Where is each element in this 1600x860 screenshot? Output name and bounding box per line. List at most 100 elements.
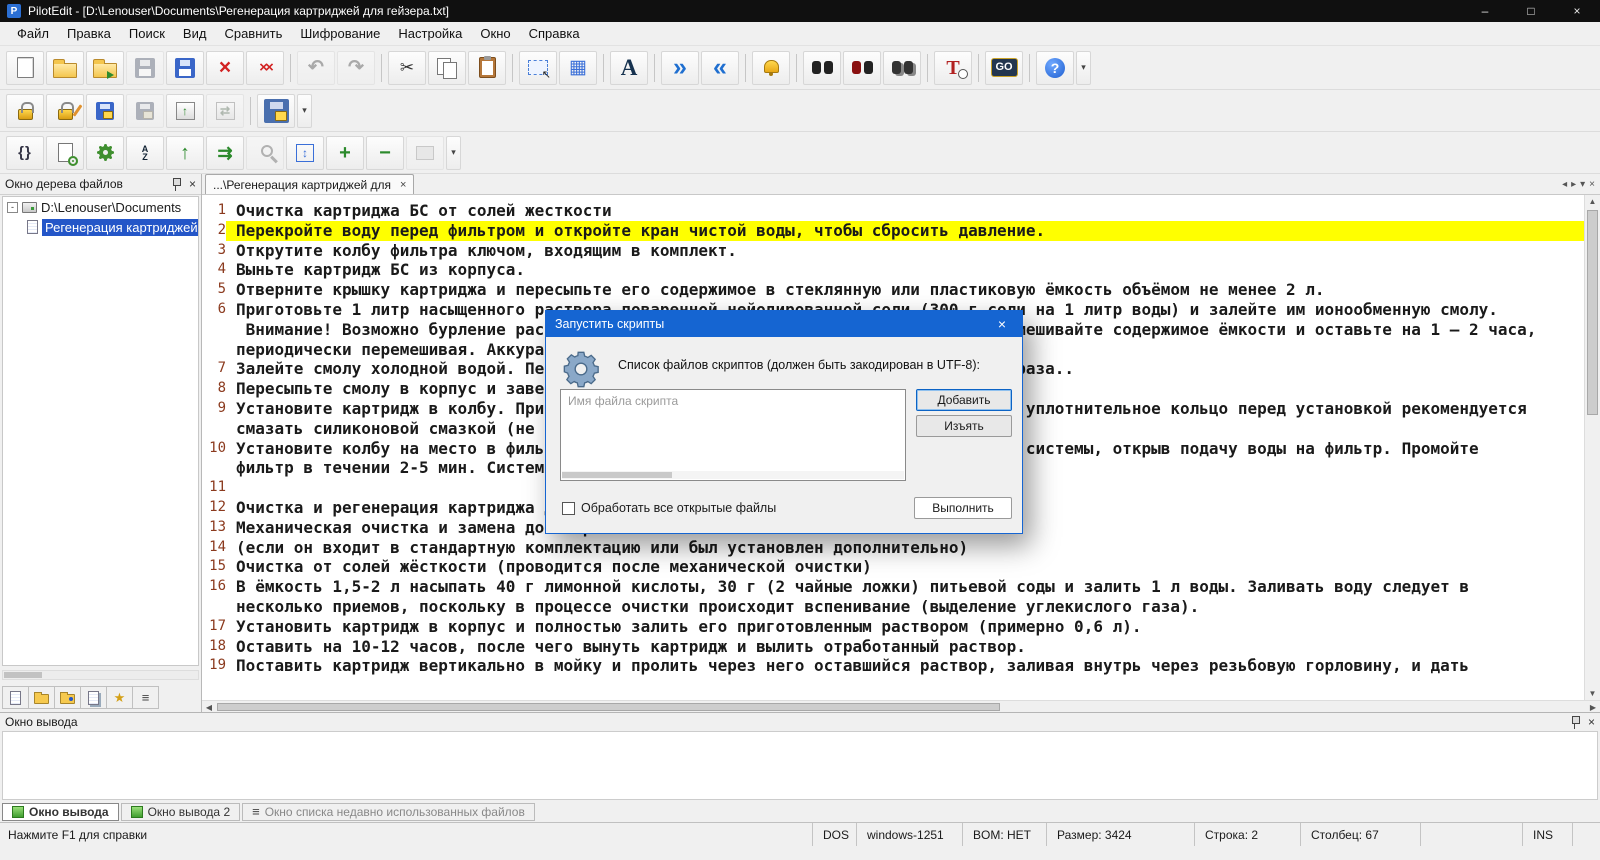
close-button[interactable]: ×	[1554, 0, 1600, 22]
scrollbar-thumb[interactable]	[4, 672, 42, 678]
find-in-files-button[interactable]	[883, 50, 921, 85]
editor-line[interactable]: 18 Оставить на 10-12 часов, после чего вы…	[202, 637, 1584, 657]
titlebar[interactable]: P PilotEdit - [D:\Lenouser\Documents\Рег…	[0, 0, 1600, 22]
editor-line[interactable]: 1 Очистка картриджа БС от солей жесткости	[202, 201, 1584, 221]
menu-item-1[interactable]: Правка	[58, 23, 120, 44]
remove-button[interactable]: Изъять	[916, 415, 1012, 437]
font-button[interactable]: A	[610, 50, 648, 85]
tab-close-icon[interactable]: ×	[400, 179, 406, 191]
output-tab-2[interactable]: ≡ Окно списка недавно использованных файл…	[242, 802, 535, 821]
status-format[interactable]: DOS	[812, 823, 856, 846]
tab-close-all-icon[interactable]: ×	[1589, 179, 1595, 190]
pin-icon[interactable]	[171, 177, 181, 191]
redo-button[interactable]: ↷	[337, 50, 375, 85]
editor-line[interactable]: 16 В ёмкость 1,5-2 л насыпать 40 г лимонн…	[202, 577, 1584, 597]
script-files-list[interactable]: Имя файла скрипта	[560, 389, 906, 481]
panel-close-icon[interactable]: ×	[189, 177, 196, 191]
find-replace-button[interactable]	[843, 50, 881, 85]
status-bom[interactable]: BOM: НЕТ	[962, 823, 1046, 846]
close-all-files-button[interactable]: ××	[246, 50, 284, 85]
save-encrypted-button[interactable]	[86, 93, 124, 128]
fit-window-button[interactable]: ↕	[286, 135, 324, 170]
editor-line[interactable]: 17 Установить картридж в корпус и полност…	[202, 617, 1584, 637]
tree-tab-project[interactable]	[80, 686, 107, 709]
encryption-menu-button[interactable]: ▾	[297, 93, 312, 128]
editor-line[interactable]: 4 Выньте картридж БС из корпуса.	[202, 260, 1584, 280]
output-tab-0[interactable]: Окно вывода	[2, 802, 119, 821]
editor-line[interactable]: 19 Поставить картридж вертикально в мойку…	[202, 656, 1584, 676]
menu-item-6[interactable]: Настройка	[389, 23, 471, 44]
tree-hscrollbar[interactable]	[2, 670, 199, 680]
status-insert-mode[interactable]: INS	[1522, 823, 1572, 846]
document-tab[interactable]: ...\Регенерация картриджей для ×	[205, 174, 415, 194]
tree-tab-favorites[interactable]: ★	[106, 686, 133, 709]
scroll-down-icon[interactable]: ▼	[1585, 687, 1600, 700]
decrypt-file-button[interactable]	[46, 93, 84, 128]
replace-in-files-button[interactable]: T	[934, 50, 972, 85]
scripts-menu-button[interactable]: ▾	[446, 135, 461, 170]
save-encrypted-as-button[interactable]	[126, 93, 164, 128]
list-hscrollbar[interactable]	[562, 471, 904, 479]
copy-button[interactable]	[428, 50, 466, 85]
sort-lines-button[interactable]: A Z	[126, 135, 164, 170]
add-button[interactable]: Добавить	[916, 389, 1012, 411]
open-file-button[interactable]	[46, 50, 84, 85]
status-line[interactable]: Строка: 2	[1194, 823, 1300, 846]
pin-icon[interactable]	[1570, 715, 1580, 729]
maximize-button[interactable]: □	[1508, 0, 1554, 22]
open-encrypted-file-button[interactable]	[257, 93, 295, 128]
process-all-files-checkbox[interactable]	[562, 501, 575, 515]
menu-item-5[interactable]: Шифрование	[291, 23, 389, 44]
upload-to-ftp-button[interactable]: ↑	[166, 93, 204, 128]
menu-item-8[interactable]: Справка	[520, 23, 589, 44]
new-file-button[interactable]	[6, 50, 44, 85]
minimize-button[interactable]: –	[1462, 0, 1508, 22]
scrollbar-thumb[interactable]	[562, 472, 672, 478]
tree-tab-list[interactable]: ≡	[132, 686, 159, 709]
dialog-close-button[interactable]: ×	[982, 311, 1022, 337]
expander-icon[interactable]: -	[7, 201, 18, 213]
close-file-button[interactable]: ×	[206, 50, 244, 85]
editor-line[interactable]: 15 Очистка от солей жёсткости (проводится…	[202, 557, 1584, 577]
encrypt-file-button[interactable]	[6, 93, 44, 128]
tree-tab-file[interactable]	[2, 686, 29, 709]
column-mode-button[interactable]: ▦	[559, 50, 597, 85]
menu-item-3[interactable]: Вид	[174, 23, 216, 44]
menu-item-7[interactable]: Окно	[471, 23, 519, 44]
scroll-up-icon[interactable]: ▲	[1585, 195, 1600, 208]
run-button[interactable]: Выполнить	[914, 497, 1012, 519]
editor-line[interactable]: 5 Отверните крышку картриджа и пересыпьте…	[202, 280, 1584, 300]
tree-node-file-selected[interactable]: Регенерация картриджей для гейзера.txt	[3, 217, 198, 237]
cut-button[interactable]: ✂	[388, 50, 426, 85]
status-column[interactable]: Столбец: 67	[1300, 823, 1420, 846]
open-remote-file-button[interactable]	[86, 50, 124, 85]
editor-line[interactable]: 2 Перекройте воду перед фильтром и открой…	[202, 220, 1584, 241]
script-file-button[interactable]	[46, 135, 84, 170]
scrollbar-thumb[interactable]	[1587, 210, 1598, 415]
goto-button[interactable]: GO	[985, 50, 1023, 85]
save-file-button[interactable]	[126, 50, 164, 85]
editor-line[interactable]: несколько приемов, поскольку в процессе …	[202, 597, 1584, 617]
zoom-out-button[interactable]: −	[366, 135, 404, 170]
move-to-top-button[interactable]: ↑	[166, 135, 204, 170]
tab-scroll-left-icon[interactable]: ◂	[1562, 179, 1567, 190]
edit-script-button[interactable]: {}	[6, 135, 44, 170]
run-script-button[interactable]	[86, 135, 124, 170]
editor-line[interactable]: 3 Открутите колбу фильтра ключом, входящи…	[202, 241, 1584, 261]
tree-tab-folder[interactable]	[28, 686, 55, 709]
select-mode-button[interactable]	[519, 50, 557, 85]
transfer-files-button[interactable]: ⇄	[206, 93, 244, 128]
go-back-button[interactable]: «	[701, 50, 739, 85]
reminder-button[interactable]	[752, 50, 790, 85]
dialog-titlebar[interactable]: Запустить скрипты ×	[546, 311, 1022, 337]
editor-vertical-scrollbar[interactable]: ▲ ▼	[1584, 195, 1600, 700]
go-forward-button[interactable]: »	[661, 50, 699, 85]
tree-tab-search[interactable]	[54, 686, 81, 709]
extra-tool-button[interactable]	[406, 135, 444, 170]
tab-scroll-right-icon[interactable]: ▸	[1571, 179, 1576, 190]
panel-close-icon[interactable]: ×	[1588, 715, 1595, 729]
zoom-in-button[interactable]: +	[326, 135, 364, 170]
find-button[interactable]	[803, 50, 841, 85]
editor-line[interactable]: 14 (если он входит в стандартную комплект…	[202, 538, 1584, 558]
status-size[interactable]: Размер: 3424	[1046, 823, 1194, 846]
